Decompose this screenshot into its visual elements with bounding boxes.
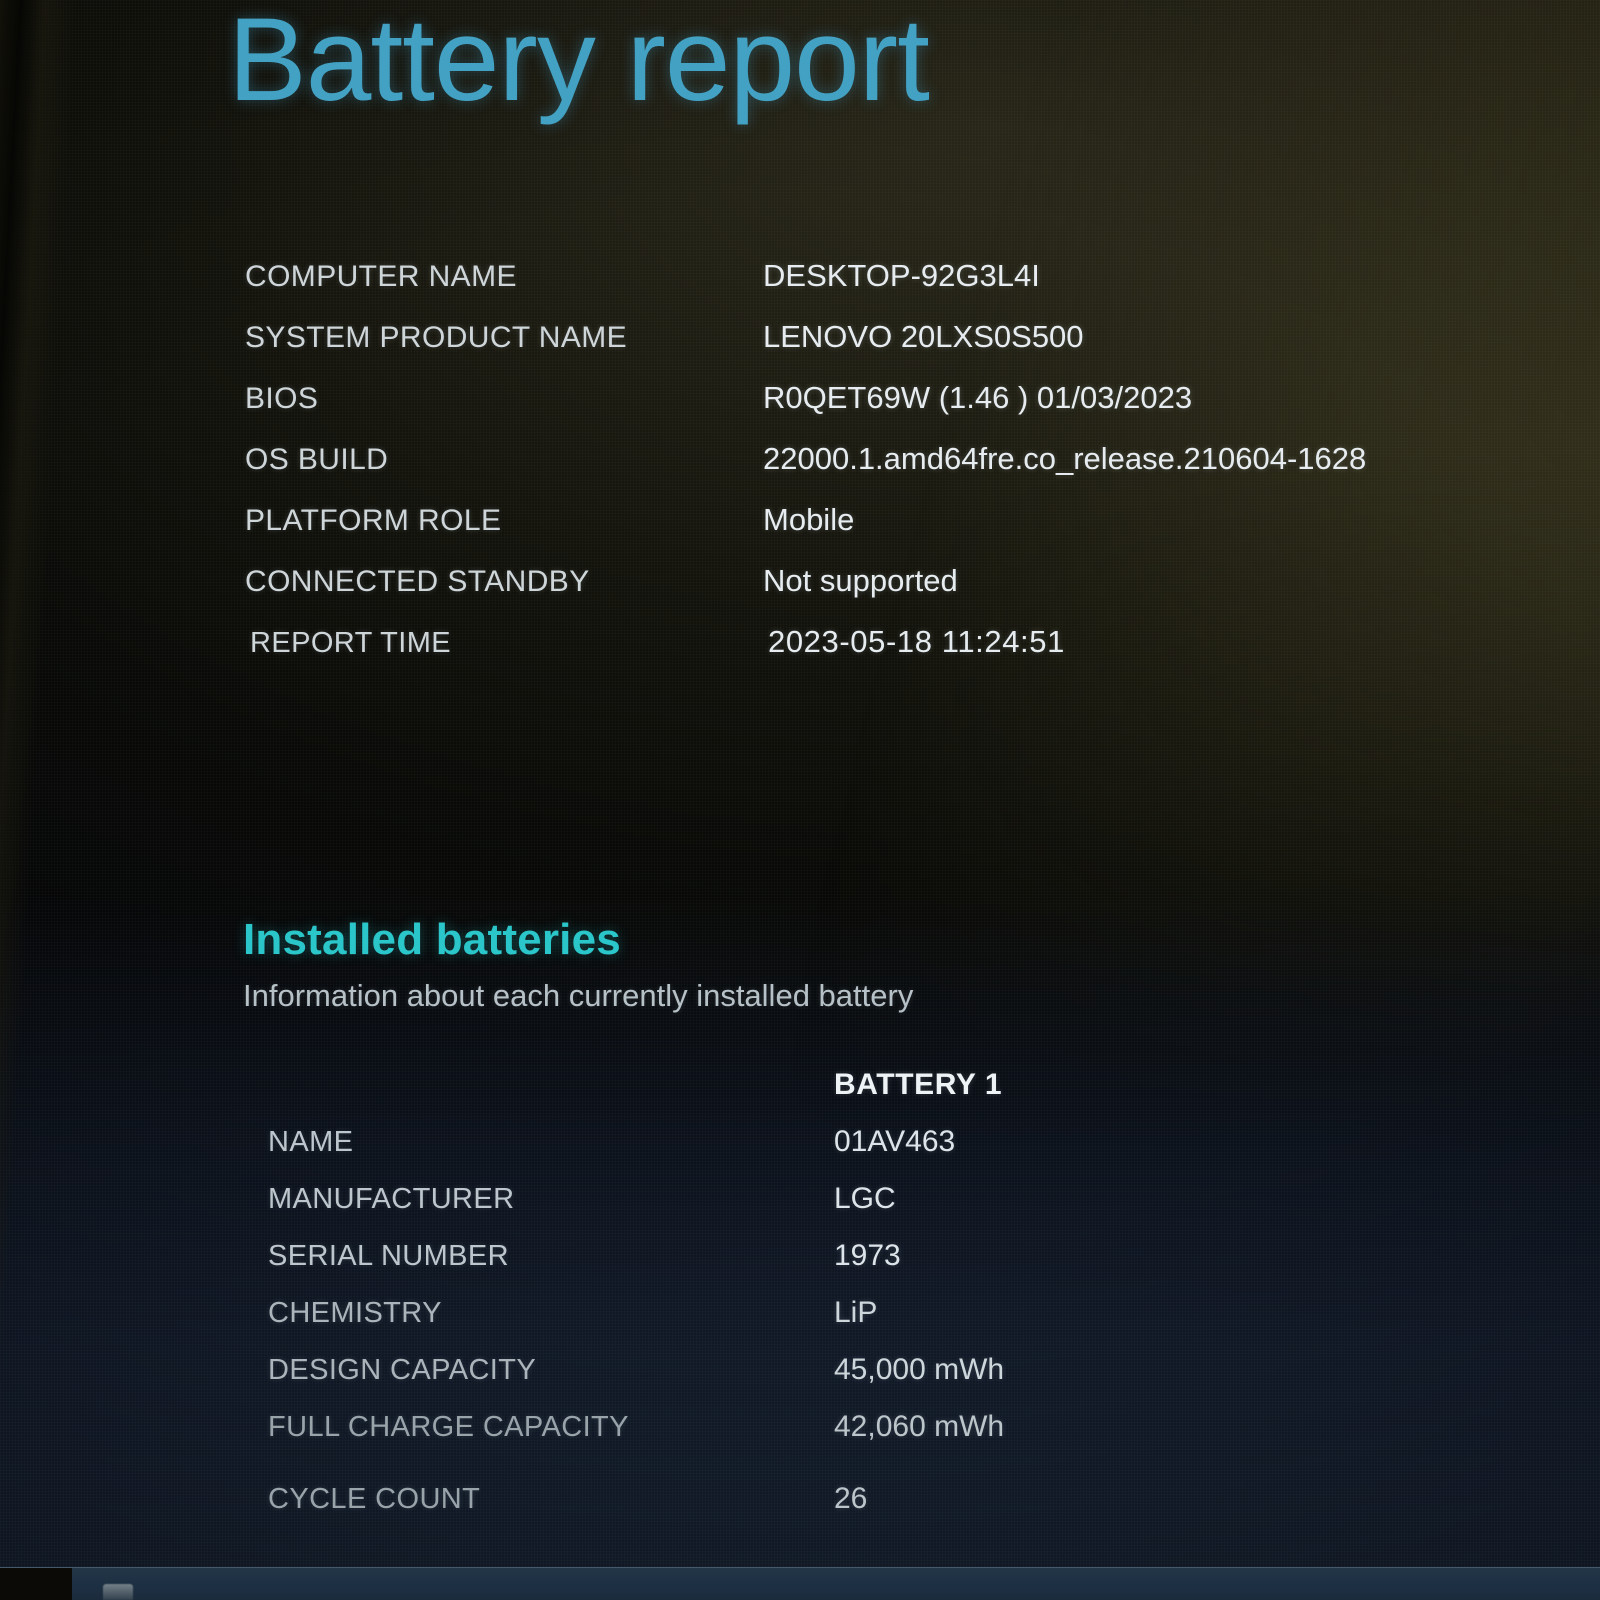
row-value-full-charge-capacity: 42,060 mWh [834, 1410, 1005, 1443]
table-row: REPORT TIME 2023-05-18 11:24:51 [245, 624, 1545, 685]
report-content: Battery report COMPUTER NAME DESKTOP-92G… [0, 0, 1600, 1600]
row-value-os-build: 22000.1.amd64fre.co_release.210604-1628 [763, 441, 1367, 476]
row-value-bios: R0QET69W (1.46 ) 01/03/2023 [763, 380, 1193, 415]
battery-report-screen: Battery report COMPUTER NAME DESKTOP-92G… [0, 0, 1600, 1600]
column-header-battery-1: BATTERY 1 [834, 1068, 1003, 1101]
row-value-cycle-count: 26 [834, 1482, 868, 1515]
table-row: OS BUILD 22000.1.amd64fre.co_release.210… [245, 441, 1545, 502]
row-value-design-capacity: 45,000 mWh [834, 1353, 1005, 1386]
table-row: COMPUTER NAME DESKTOP-92G3L4I [245, 258, 1545, 319]
row-value-serial-number: 1973 [834, 1239, 901, 1272]
bezel-bottom-left-corner [0, 1568, 72, 1600]
installed-batteries-table: BATTERY 1 NAME 01AV463 MANUFACTURER LGC … [268, 1068, 1518, 1539]
row-value-manufacturer: LGC [834, 1182, 896, 1215]
row-label-computer-name: COMPUTER NAME [245, 260, 517, 293]
section-subtitle-installed-batteries: Information about each currently install… [243, 978, 914, 1013]
table-row: MANUFACTURER LGC [268, 1182, 1518, 1239]
row-label-system-product-name: SYSTEM PRODUCT NAME [245, 321, 628, 354]
table-row: NAME 01AV463 [268, 1125, 1518, 1182]
row-label-name: NAME [268, 1126, 354, 1158]
taskbar[interactable] [0, 1567, 1600, 1600]
row-label-full-charge-capacity: FULL CHARGE CAPACITY [268, 1411, 629, 1443]
table-row: SYSTEM PRODUCT NAME LENOVO 20LXS0S500 [245, 319, 1545, 380]
table-row: SERIAL NUMBER 1973 [268, 1239, 1518, 1296]
row-value-computer-name: DESKTOP-92G3L4I [763, 258, 1040, 293]
table-row: CHEMISTRY LiP [268, 1296, 1518, 1353]
section-heading-installed-batteries: Installed batteries [243, 915, 621, 964]
row-value-chemistry: LiP [834, 1296, 878, 1329]
table-header-row: BATTERY 1 [268, 1068, 1518, 1125]
row-value-connected-standby: Not supported [763, 563, 958, 598]
row-label-cycle-count: CYCLE COUNT [268, 1483, 481, 1515]
row-label-platform-role: PLATFORM ROLE [245, 504, 502, 537]
system-info-table: COMPUTER NAME DESKTOP-92G3L4I SYSTEM PRO… [245, 258, 1545, 685]
table-row: BIOS R0QET69W (1.46 ) 01/03/2023 [245, 380, 1545, 441]
row-value-report-time: 2023-05-18 11:24:51 [768, 624, 1065, 659]
row-label-chemistry: CHEMISTRY [268, 1297, 442, 1329]
row-value-system-product-name: LENOVO 20LXS0S500 [763, 319, 1084, 354]
row-label-manufacturer: MANUFACTURER [268, 1183, 515, 1215]
row-label-serial-number: SERIAL NUMBER [268, 1240, 510, 1272]
table-row: DESIGN CAPACITY 45,000 mWh [268, 1353, 1518, 1410]
table-row: FULL CHARGE CAPACITY 42,060 mWh [268, 1410, 1518, 1482]
page-title: Battery report [228, 0, 930, 126]
row-value-name: 01AV463 [834, 1125, 956, 1158]
table-row: PLATFORM ROLE Mobile [245, 502, 1545, 563]
table-row: CONNECTED STANDBY Not supported [245, 563, 1545, 624]
row-value-platform-role: Mobile [763, 502, 855, 537]
taskbar-app-icon[interactable] [103, 1584, 133, 1600]
row-label-design-capacity: DESIGN CAPACITY [268, 1354, 537, 1386]
row-label-connected-standby: CONNECTED STANDBY [245, 565, 590, 598]
row-label-os-build: OS BUILD [245, 443, 389, 476]
row-label-report-time: REPORT TIME [250, 627, 451, 659]
table-row: CYCLE COUNT 26 [268, 1482, 1518, 1539]
row-label-bios: BIOS [245, 382, 319, 415]
